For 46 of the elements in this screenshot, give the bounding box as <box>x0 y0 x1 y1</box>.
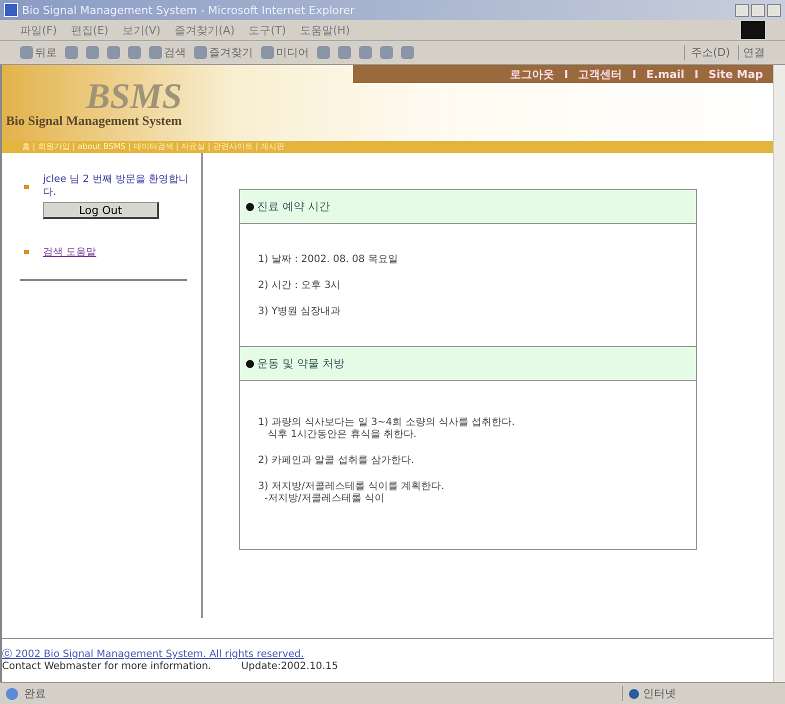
zone-text: 인터넷 <box>643 686 676 701</box>
menu-item[interactable]: 도구(T) <box>248 22 286 38</box>
welcome-message: jclee 님 2 번째 방문을 환영합니다. <box>43 173 190 199</box>
status-text: 완료 <box>24 686 47 701</box>
update-date: Update:2002.10.15 <box>241 661 338 672</box>
top-link[interactable]: 로그아웃 <box>510 66 554 82</box>
bullet-icon <box>246 360 254 368</box>
bullet-icon <box>24 250 29 254</box>
bullet-icon <box>246 202 254 210</box>
content-text: 2) 카페인과 알콜 섭취를 삼가한다. <box>258 455 416 467</box>
maximize-button[interactable] <box>751 4 765 16</box>
menu-item[interactable]: 즐겨찾기(A) <box>174 22 235 38</box>
links-button[interactable]: 연결 <box>738 45 765 60</box>
separator: I <box>694 68 699 80</box>
toolbar-button[interactable]: 즐겨찾기 <box>194 45 253 60</box>
address-label: 주소(D) <box>684 45 730 60</box>
site-logo: BSMS <box>86 79 182 113</box>
toolbar-button[interactable]: 미디어 <box>261 45 309 60</box>
content-text: 3) Y병원 심장내과 <box>258 306 342 318</box>
section-title: 운동 및 약물 처방 <box>257 356 344 371</box>
contact-text: Contact Webmaster for more information. <box>2 661 212 672</box>
top-link[interactable]: Site Map <box>708 68 763 80</box>
separator: I <box>632 68 636 80</box>
content-text: 1) 날짜 : 2002. 08. 08 목요일 <box>258 254 399 266</box>
separator: I <box>564 68 568 80</box>
close-button[interactable] <box>767 4 781 16</box>
site-subtitle: Bio Signal Management System <box>6 113 182 129</box>
content-text: 1) 과량의 식사보다는 일 3~4회 소량의 식사를 섭취한다. 식후 1시간동안은 휴식을 취한다. <box>258 417 516 441</box>
toolbar-button[interactable]: 검색 <box>149 45 186 60</box>
content-text: 3) 저지방/저콜레스테롤 식이를 계획한다. -저지방/저콜레스테롤 식이 <box>258 481 446 505</box>
menu-item[interactable]: 보기(V) <box>122 22 161 38</box>
toolbar-button[interactable]: 뒤로 <box>20 45 57 60</box>
bullet-icon <box>24 185 29 189</box>
logout-button[interactable]: Log Out <box>43 202 159 219</box>
top-link[interactable]: E.mail <box>646 68 684 80</box>
section-title: 진료 예약 시간 <box>257 199 330 214</box>
window-title: Bio Signal Management System - Microsoft Internet Explorer <box>22 4 356 16</box>
help-link[interactable]: 검색 도움말 <box>43 245 96 259</box>
menu-item[interactable]: 편집(E) <box>70 22 108 38</box>
browser-icon <box>4 3 18 17</box>
copyright-link[interactable]: ⓒ 2002 Bio Signal Management System. All rights reserved. <box>2 647 773 661</box>
menu-item[interactable]: 도움말(H) <box>300 22 350 38</box>
minimize-button[interactable] <box>735 4 749 16</box>
menu-item[interactable]: 파일(F) <box>20 22 57 38</box>
content-text: 2) 시간 : 오후 3시 <box>258 280 342 292</box>
top-link[interactable]: 고객센터 <box>578 66 622 82</box>
